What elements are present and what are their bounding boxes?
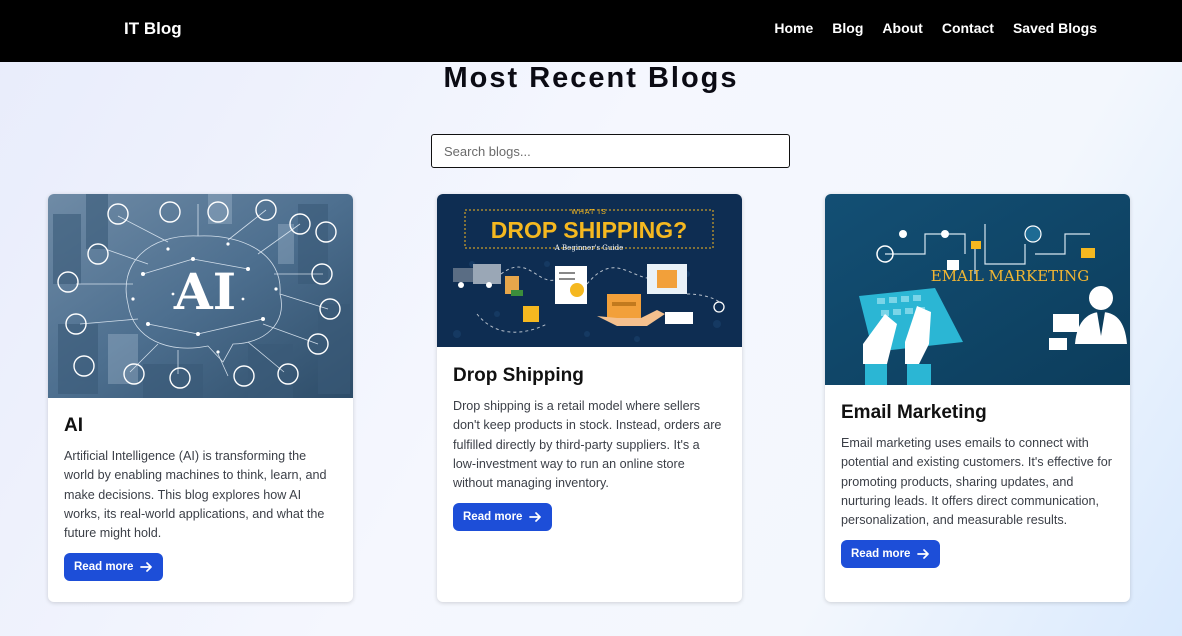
blog-card-drop-shipping: WHAT IS DROP SHIPPING? A Beginner's Guid… [437, 194, 742, 602]
drop-shipping-subtitle: A Beginner's Guide [554, 244, 624, 252]
search-input[interactable] [431, 134, 790, 168]
nav-links: Home Blog About Contact Saved Blogs [774, 20, 1097, 36]
card-body: AI Artificial Intelligence (AI) is trans… [48, 415, 353, 582]
read-more-button[interactable]: Read more [453, 503, 553, 532]
blog-card-ai: AI AI Artificial Intelligence (AI) is tr… [48, 194, 353, 602]
card-body: Email Marketing Email marketing uses ema… [825, 402, 1130, 569]
card-excerpt: Email marketing uses emails to connect w… [841, 436, 1112, 528]
navbar: IT Blog Home Blog About Contact Saved Bl… [0, 0, 1182, 62]
nav-link-about[interactable]: About [882, 20, 922, 36]
card-excerpt: Drop shipping is a retail model where se… [453, 399, 722, 491]
arrow-right-icon [917, 549, 930, 560]
read-more-label: Read more [463, 511, 523, 524]
card-title: Drop Shipping [453, 365, 584, 386]
nav-link-contact[interactable]: Contact [942, 20, 994, 36]
arrow-right-icon [140, 562, 153, 573]
arrow-right-icon [529, 512, 542, 523]
drop-shipping-kicker: WHAT IS [571, 209, 607, 216]
page-title: Most Recent Blogs [443, 62, 739, 94]
nav-link-blog[interactable]: Blog [832, 20, 863, 36]
drop-shipping-image-title: DROP SHIPPING? [491, 217, 687, 243]
read-more-button[interactable]: Read more [841, 540, 941, 569]
read-more-button[interactable]: Read more [64, 553, 164, 582]
email-image-title: EMAIL MARKETING [931, 267, 1089, 285]
email-marketing-image: EMAIL MARKETING [825, 194, 1130, 385]
ai-image-text: AI [173, 262, 236, 321]
ai-brain-image: AI [48, 194, 353, 398]
card-title: Email Marketing [841, 402, 987, 423]
read-more-label: Read more [74, 561, 134, 574]
nav-link-saved-blogs[interactable]: Saved Blogs [1013, 20, 1097, 36]
drop-shipping-image: WHAT IS DROP SHIPPING? A Beginner's Guid… [437, 194, 742, 347]
card-title: AI [64, 415, 83, 436]
nav-link-home[interactable]: Home [774, 20, 813, 36]
card-excerpt: Artificial Intelligence (AI) is transfor… [64, 449, 327, 541]
card-body: Drop Shipping Drop shipping is a retail … [437, 365, 742, 532]
blog-card-email-marketing: EMAIL MARKETING Email Marketing Email ma… [825, 194, 1130, 602]
brand-logo[interactable]: IT Blog [124, 19, 182, 39]
read-more-label: Read more [851, 548, 911, 561]
